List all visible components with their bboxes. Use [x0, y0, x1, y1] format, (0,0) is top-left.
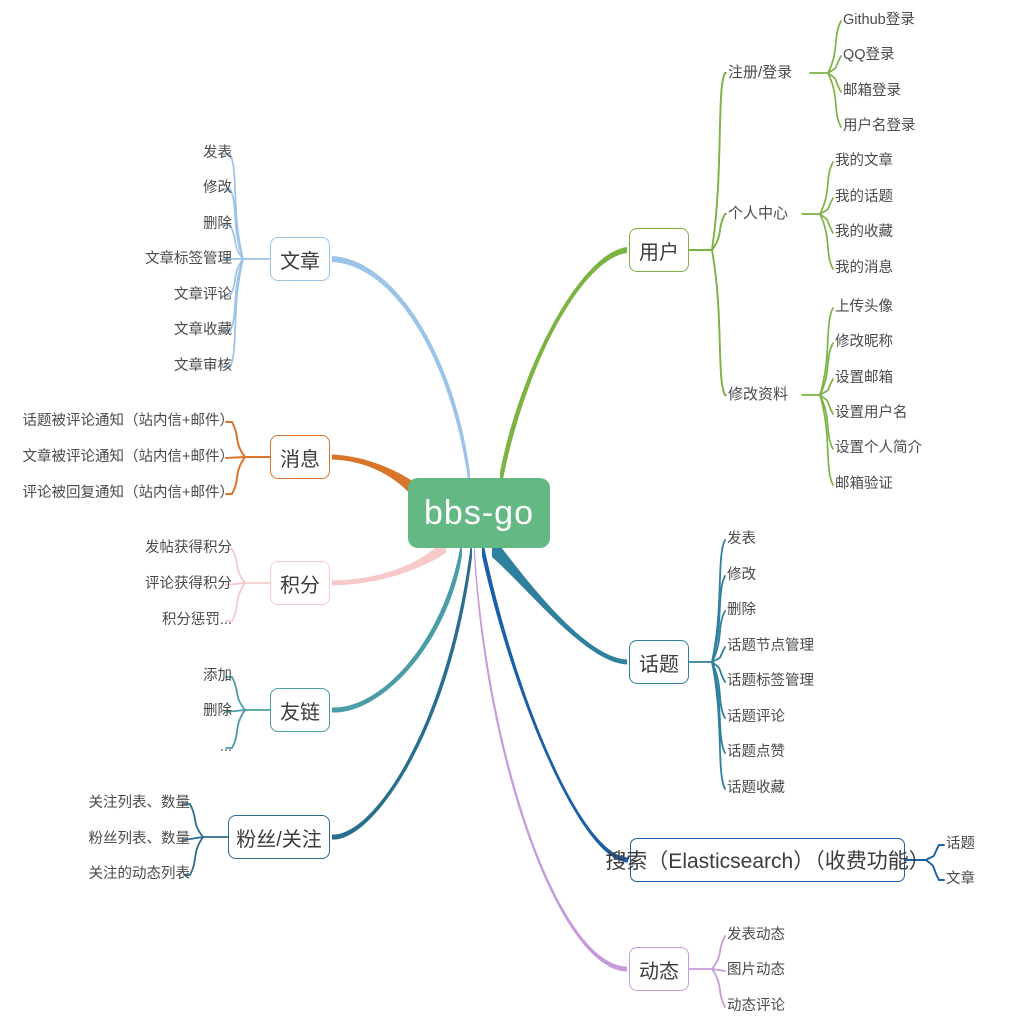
leaf-article-0[interactable]: 发表	[203, 146, 232, 161]
branch-label-message: 消息	[280, 448, 320, 471]
mindmap-canvas: bbs-go 文章 消息 积分 友链 粉丝/关注 用户 话题 搜索（Elasti…	[0, 0, 1019, 1031]
leaf-message-2[interactable]: 评论被回复通知（站内信+邮件）	[23, 486, 234, 501]
leaf-personal-2[interactable]: 我的收藏	[835, 225, 893, 240]
leaf-topic-7[interactable]: 话题收藏	[727, 781, 785, 796]
leaf-article-3[interactable]: 文章标签管理	[145, 252, 232, 267]
leaf-profile-2[interactable]: 设置邮箱	[835, 371, 893, 386]
leaf-personal-3[interactable]: 我的消息	[835, 261, 893, 276]
group-label-personal-center[interactable]: 个人中心	[728, 206, 788, 221]
leaf-article-5[interactable]: 文章收藏	[174, 323, 232, 338]
leaf-friendlinks-1[interactable]: 删除	[203, 704, 232, 719]
branch-label-topic: 话题	[639, 653, 679, 676]
root-node-label: bbs-go	[424, 493, 534, 532]
leaf-article-6[interactable]: 文章审核	[174, 359, 232, 374]
leaf-topic-4[interactable]: 话题标签管理	[727, 674, 814, 689]
leaf-friendlinks-0[interactable]: 添加	[203, 669, 232, 684]
leaf-topic-3[interactable]: 话题节点管理	[727, 639, 814, 654]
branch-label-article: 文章	[280, 250, 320, 273]
branch-label-points: 积分	[280, 574, 320, 597]
leaf-friendlinks-2[interactable]: ...	[220, 740, 232, 755]
branch-node-article[interactable]: 文章	[270, 237, 330, 281]
leaf-article-4[interactable]: 文章评论	[174, 288, 232, 303]
branch-node-user[interactable]: 用户	[629, 228, 689, 272]
leaf-search-0[interactable]: 话题	[946, 837, 975, 852]
leaf-points-0[interactable]: 发帖获得积分	[145, 541, 232, 556]
leaf-feed-1[interactable]: 图片动态	[727, 963, 785, 978]
group-label-register-login[interactable]: 注册/登录	[728, 65, 792, 80]
leaf-message-0[interactable]: 话题被评论通知（站内信+邮件）	[23, 414, 234, 429]
leaf-article-1[interactable]: 修改	[203, 181, 232, 196]
root-node[interactable]: bbs-go	[408, 478, 550, 548]
branch-node-points[interactable]: 积分	[270, 561, 330, 605]
leaf-profile-0[interactable]: 上传头像	[835, 300, 893, 315]
branch-label-followers: 粉丝/关注	[236, 828, 322, 851]
branch-node-search[interactable]: 搜索（Elasticsearch）（收费功能）	[605, 838, 930, 882]
leaf-article-2[interactable]: 删除	[203, 217, 232, 232]
leaf-search-1[interactable]: 文章	[946, 872, 975, 887]
branch-node-friendlinks[interactable]: 友链	[270, 688, 330, 732]
leaf-feed-0[interactable]: 发表动态	[727, 928, 785, 943]
leaf-followers-0[interactable]: 关注列表、数量	[89, 796, 191, 811]
branch-label-search: 搜索（Elasticsearch）（收费功能）	[605, 850, 930, 873]
branch-label-user: 用户	[639, 241, 679, 264]
leaf-topic-1[interactable]: 修改	[727, 568, 756, 583]
leaf-topic-2[interactable]: 删除	[727, 603, 756, 618]
leaf-topic-5[interactable]: 话题评论	[727, 710, 785, 725]
leaf-register-3[interactable]: 用户名登录	[843, 119, 916, 134]
leaf-profile-5[interactable]: 邮箱验证	[835, 477, 893, 492]
branch-label-friendlinks: 友链	[280, 701, 320, 724]
leaf-topic-6[interactable]: 话题点赞	[727, 745, 785, 760]
leaf-followers-2[interactable]: 关注的动态列表	[89, 867, 191, 882]
leaf-register-2[interactable]: 邮箱登录	[843, 84, 901, 99]
leaf-topic-0[interactable]: 发表	[727, 532, 756, 547]
leaf-message-1[interactable]: 文章被评论通知（站内信+邮件）	[23, 450, 234, 465]
leaf-followers-1[interactable]: 粉丝列表、数量	[89, 832, 191, 847]
leaf-feed-2[interactable]: 动态评论	[727, 999, 785, 1014]
leaf-profile-3[interactable]: 设置用户名	[835, 406, 908, 421]
leaf-personal-0[interactable]: 我的文章	[835, 154, 893, 169]
branch-node-topic[interactable]: 话题	[629, 640, 689, 684]
leaf-points-2[interactable]: 积分惩罚...	[162, 613, 232, 628]
leaf-profile-4[interactable]: 设置个人简介	[835, 441, 922, 456]
leaf-profile-1[interactable]: 修改昵称	[835, 335, 893, 350]
group-label-edit-profile[interactable]: 修改资料	[728, 387, 788, 402]
branch-node-feed[interactable]: 动态	[629, 947, 689, 991]
branch-label-feed: 动态	[639, 960, 679, 983]
branch-node-followers[interactable]: 粉丝/关注	[228, 815, 330, 859]
leaf-register-0[interactable]: Github登录	[843, 13, 915, 28]
leaf-points-1[interactable]: 评论获得积分	[145, 577, 232, 592]
leaf-register-1[interactable]: QQ登录	[843, 48, 895, 63]
leaf-personal-1[interactable]: 我的话题	[835, 190, 893, 205]
branch-node-message[interactable]: 消息	[270, 435, 330, 479]
